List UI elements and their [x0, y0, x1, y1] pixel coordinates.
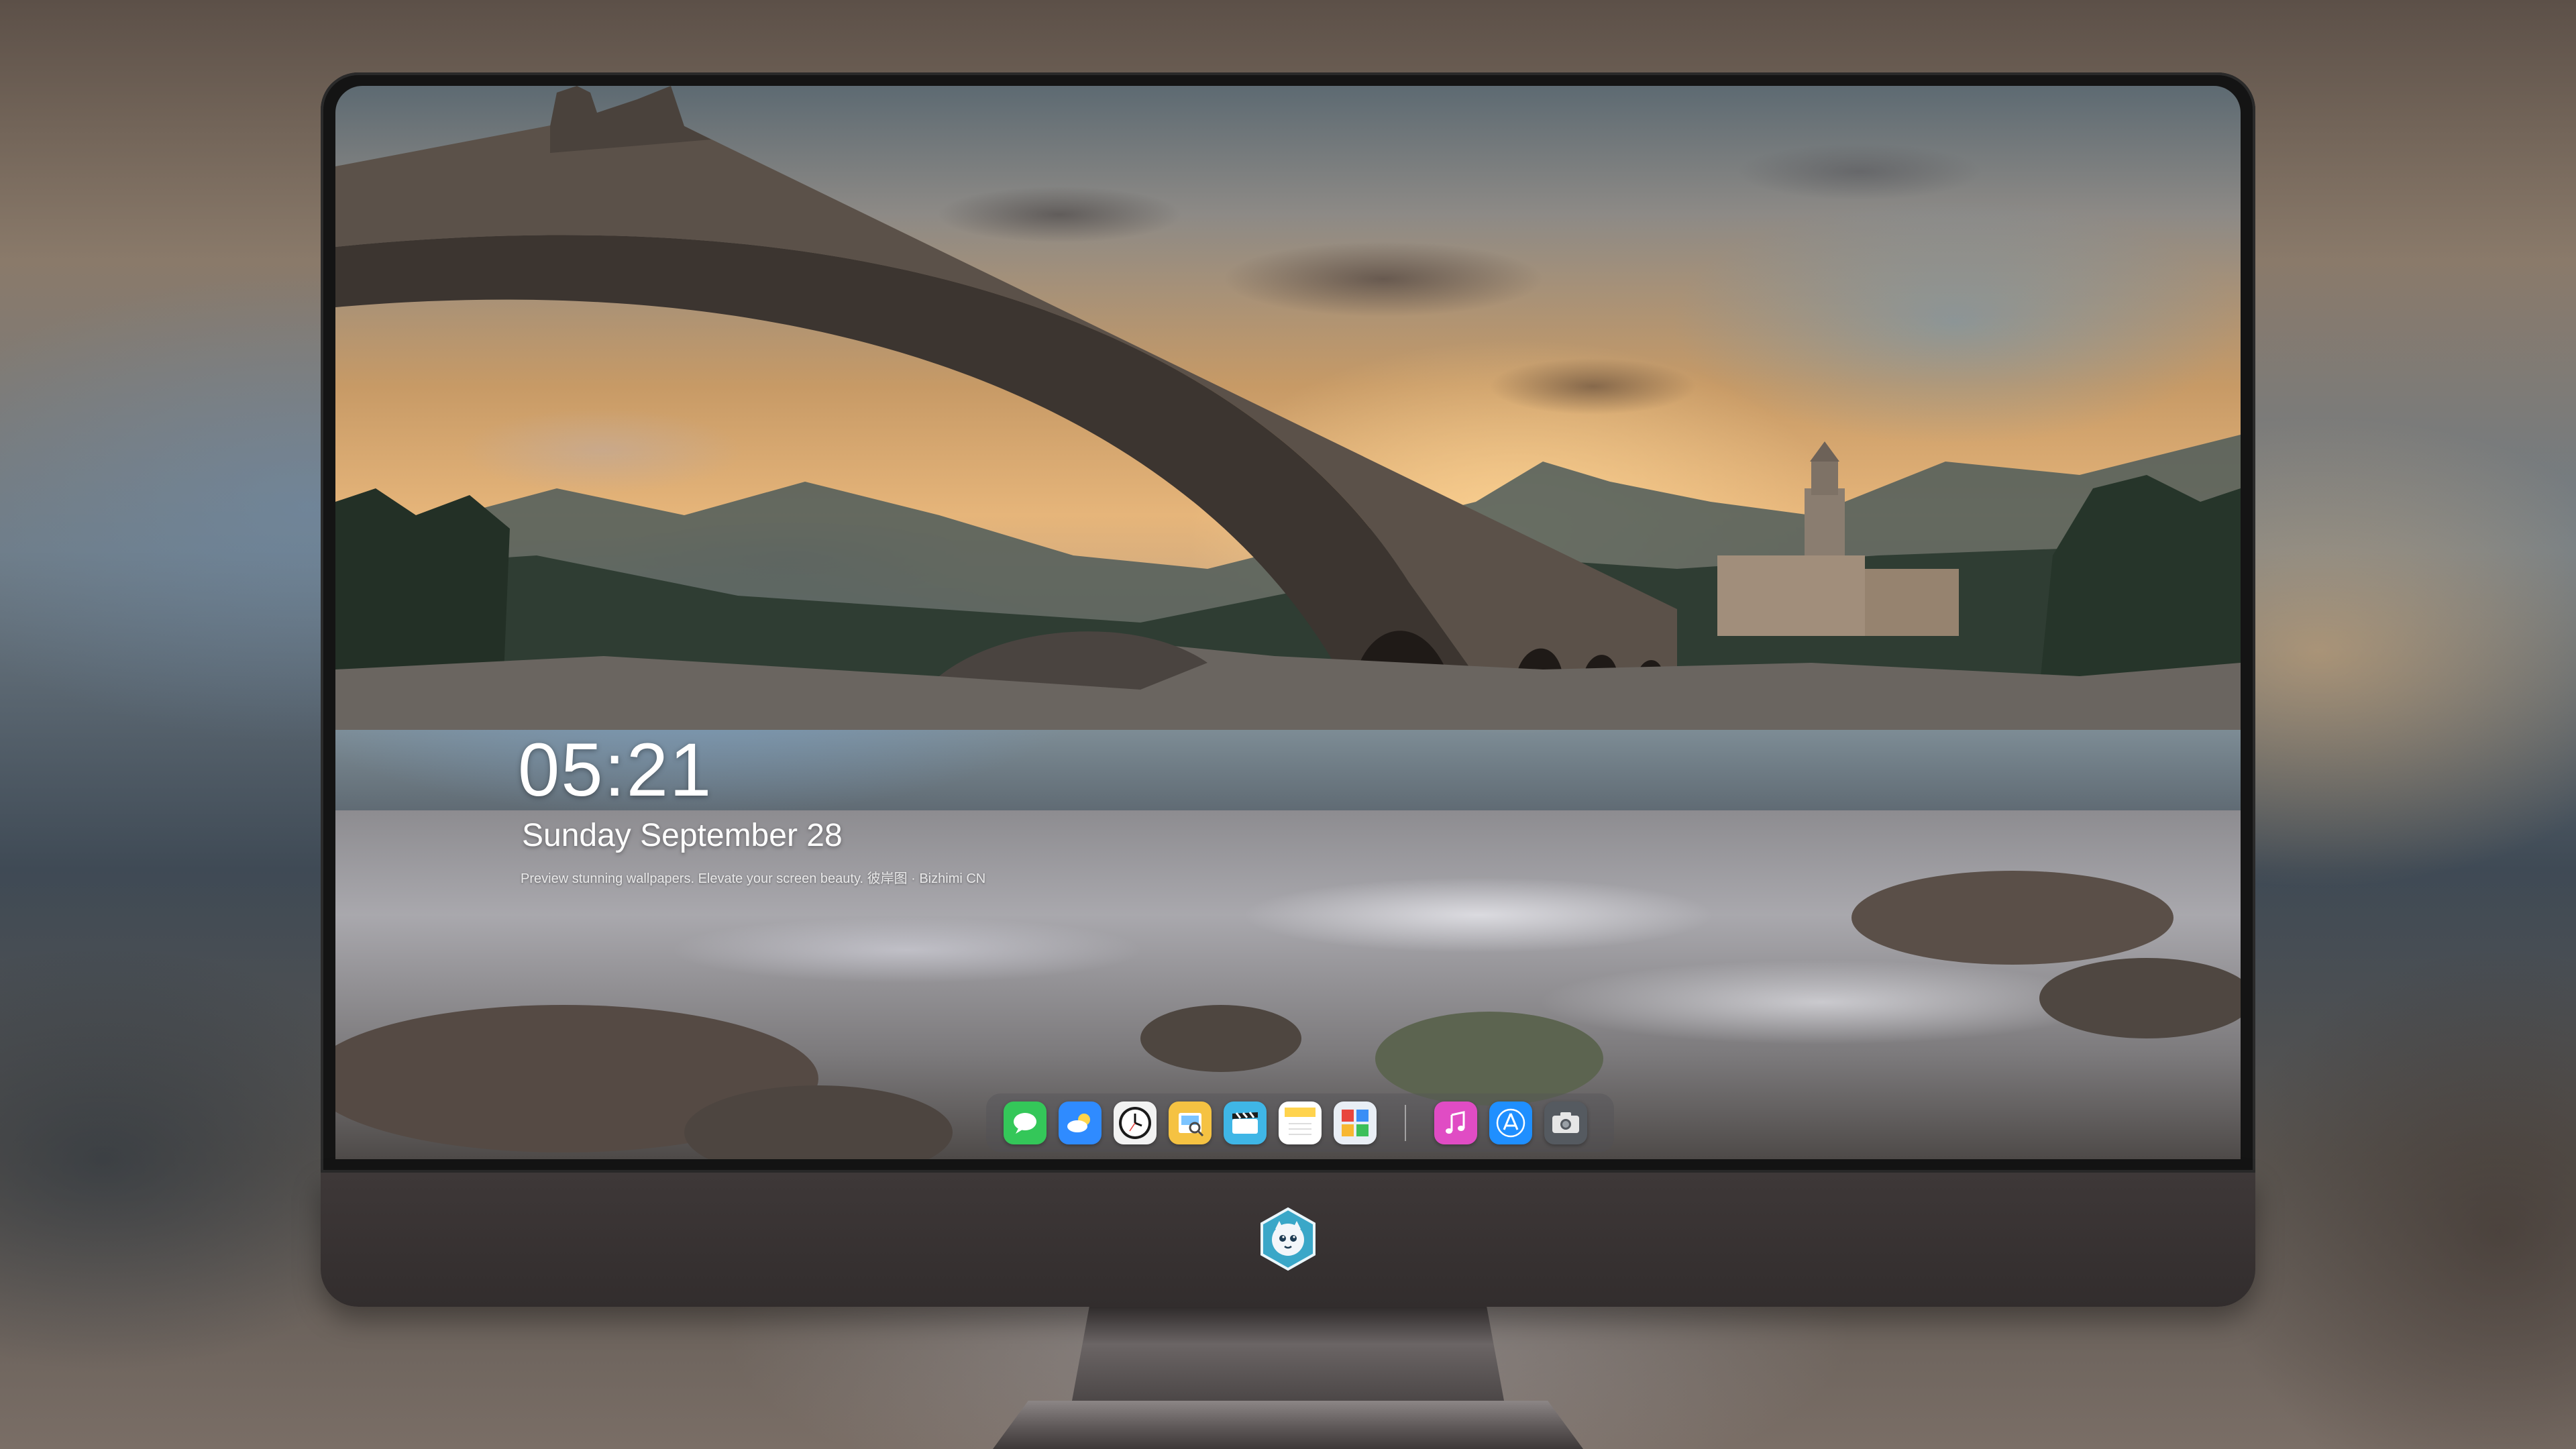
dock [986, 1093, 1614, 1152]
photo-booth-icon[interactable] [1334, 1102, 1377, 1144]
app-store-icon[interactable] [1489, 1102, 1532, 1144]
notes-icon[interactable] [1279, 1102, 1322, 1144]
monitor-chin [321, 1173, 2255, 1307]
music-icon[interactable] [1434, 1102, 1477, 1144]
lock-clock: 05:21 [518, 728, 713, 812]
clips-icon[interactable] [1224, 1102, 1267, 1144]
preview-icon[interactable] [1169, 1102, 1212, 1144]
messages-icon[interactable] [1004, 1102, 1046, 1144]
lock-date: Sunday September 28 [522, 818, 843, 853]
monitor-stand-base [993, 1401, 1583, 1449]
desktop-stage: 05:21 Sunday September 28 Preview stunni… [0, 0, 2576, 1449]
dock-separator [1405, 1105, 1406, 1141]
camera-icon[interactable] [1544, 1102, 1587, 1144]
mascot-logo-icon [1260, 1207, 1316, 1271]
monitor-stand-neck [1072, 1307, 1504, 1401]
lock-screen[interactable]: 05:21 Sunday September 28 Preview stunni… [335, 86, 2241, 1159]
monitor: 05:21 Sunday September 28 Preview stunni… [321, 72, 2255, 1307]
wallpaper-foreground-rocks [335, 871, 2241, 1159]
wallpaper-tagline: Preview stunning wallpapers. Elevate you… [521, 871, 986, 886]
monitor-bezel: 05:21 Sunday September 28 Preview stunni… [321, 72, 2255, 1173]
clock-icon[interactable] [1114, 1102, 1157, 1144]
weather-icon[interactable] [1059, 1102, 1102, 1144]
